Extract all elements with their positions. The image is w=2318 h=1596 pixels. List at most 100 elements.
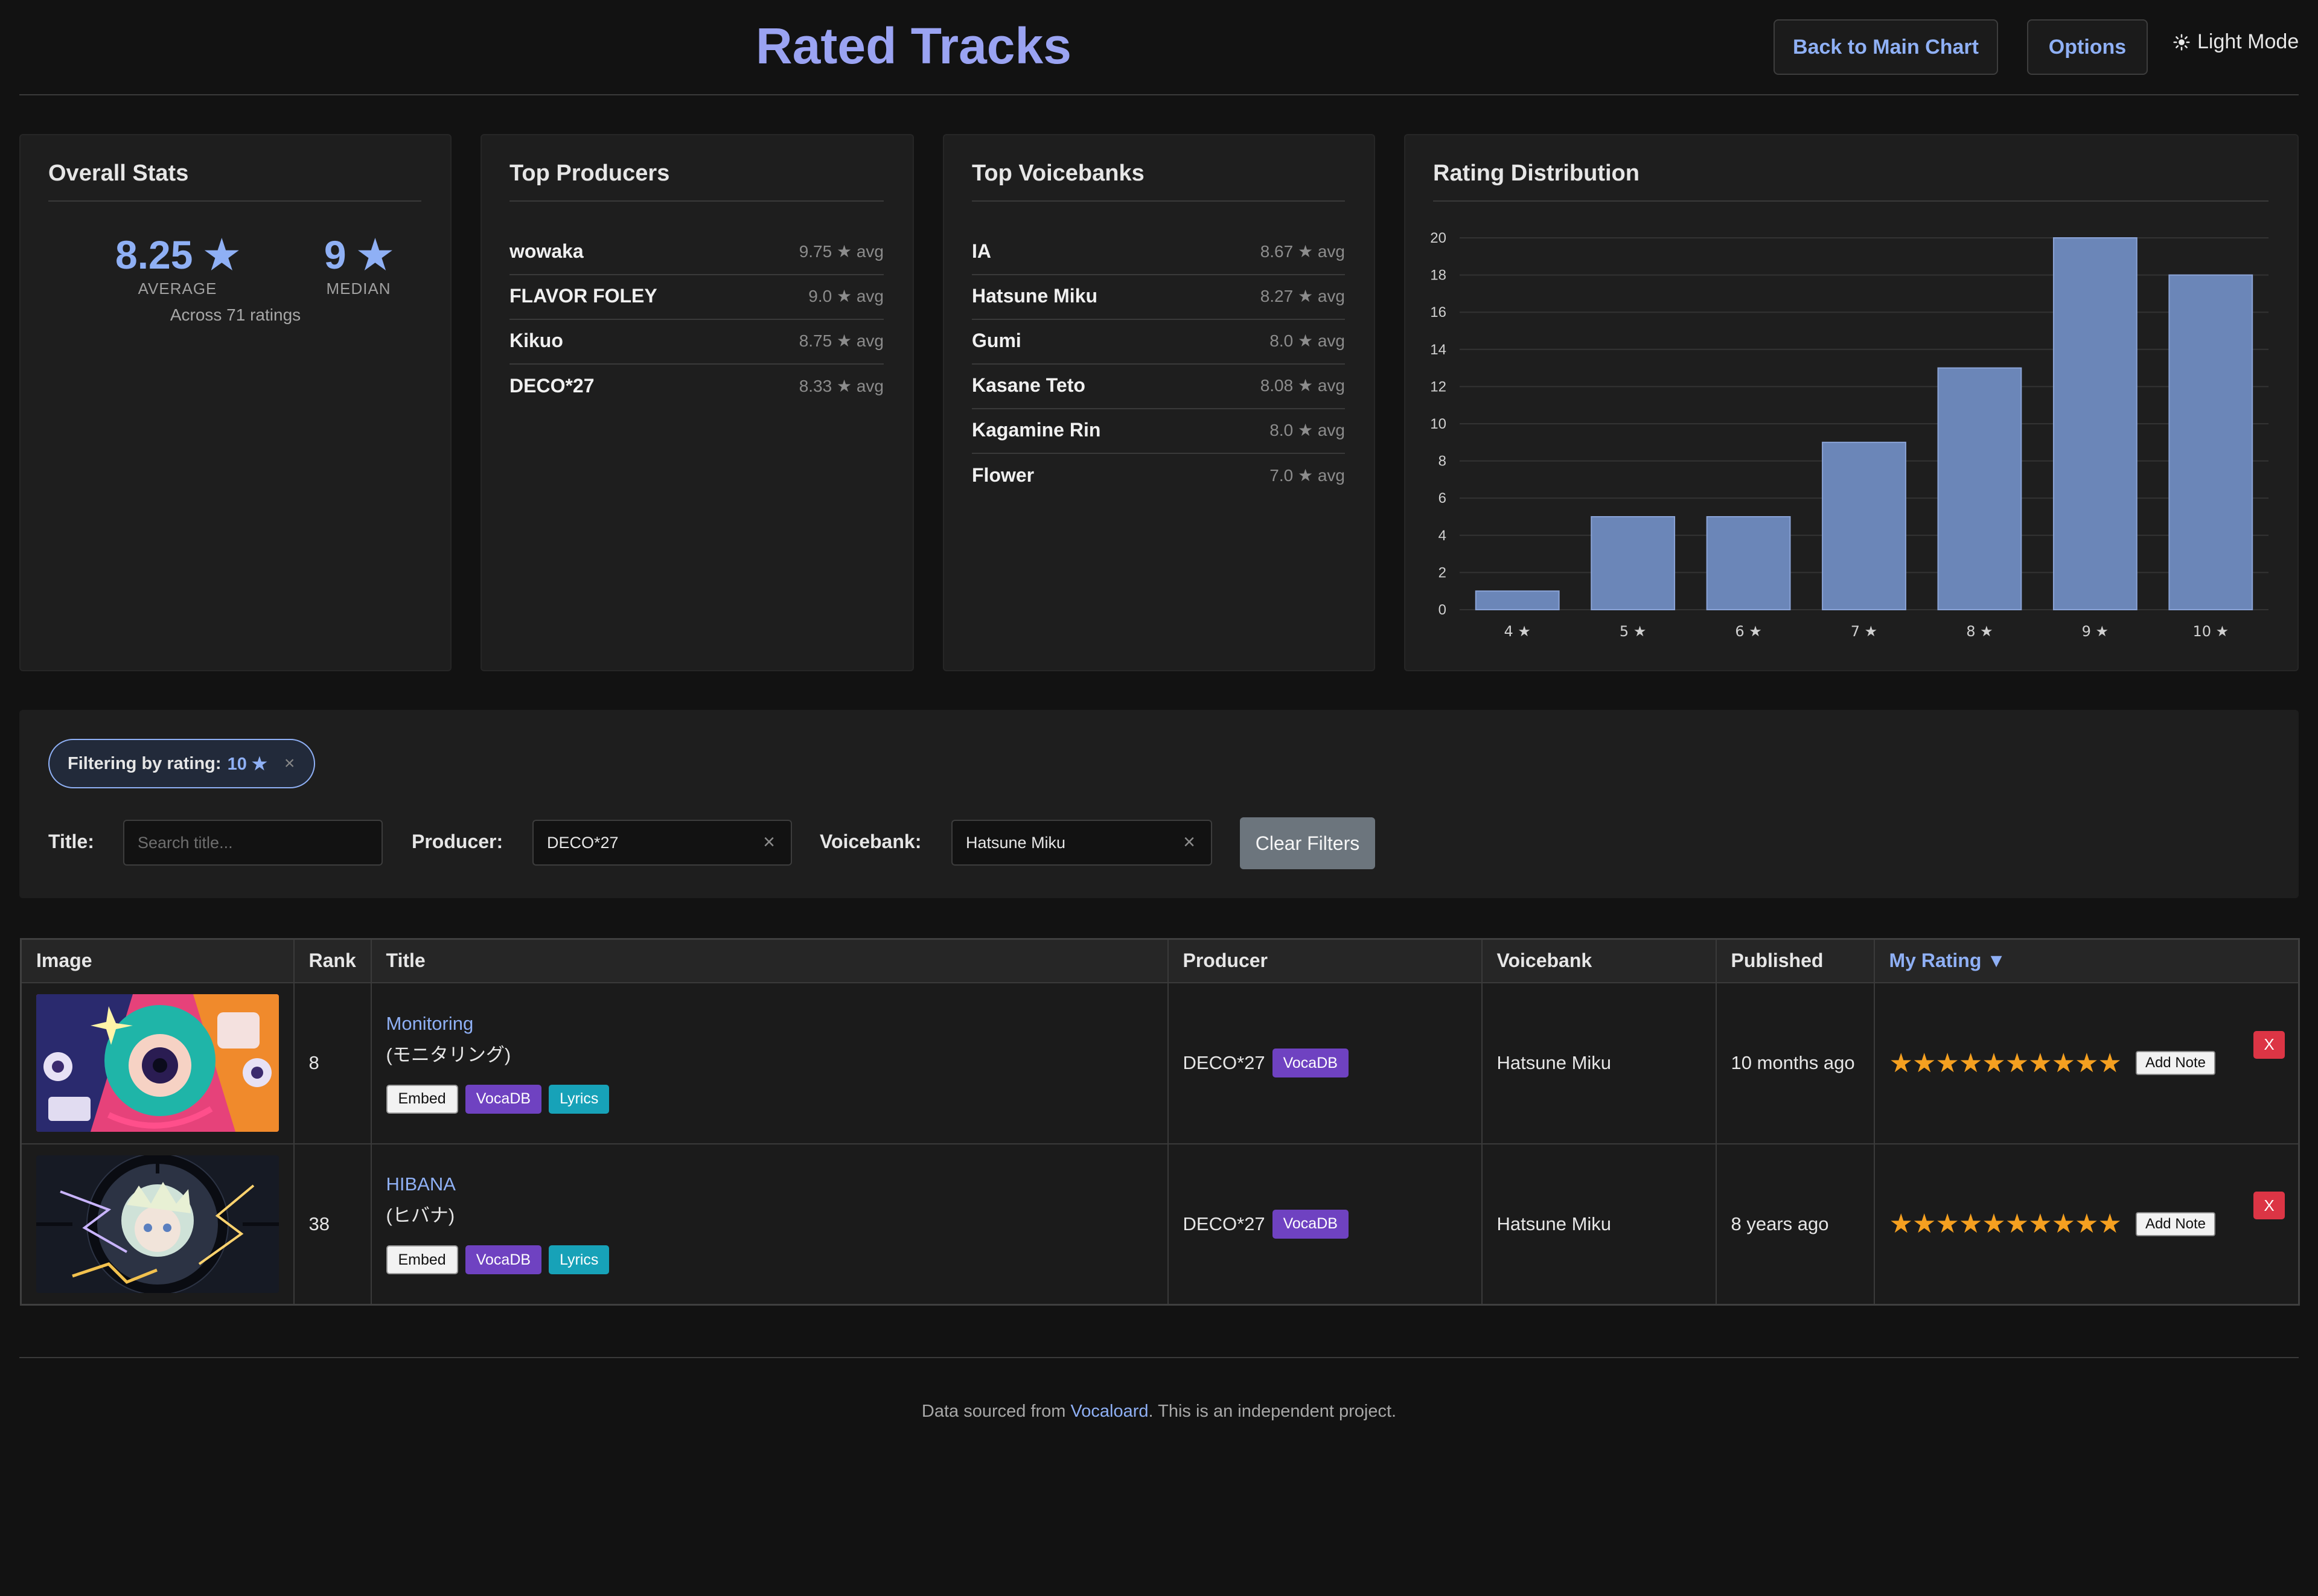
footer-divider (19, 1357, 2299, 1358)
x-tick-label: 9 ★ (2082, 623, 2109, 640)
voicebank-name: Hatsune Miku (972, 284, 1098, 307)
published-cell: 8 years ago (1715, 1143, 1875, 1306)
clear-producer-icon[interactable]: × (763, 831, 775, 854)
x-tick-label: 10 ★ (2192, 623, 2229, 640)
filter-panel: Filtering by rating: 10 ★ × Title: Searc… (19, 710, 2299, 898)
voicebank-list: IA 8.67 ★ avg Hatsune Miku 8.27 ★ avg Gumi… (972, 231, 1345, 499)
divider (1433, 200, 2269, 202)
producer-row: FLAVOR FOLEY 9.0 ★ avg (509, 275, 884, 320)
bar-2[interactable] (1706, 516, 1791, 610)
divider (48, 200, 421, 202)
voicebank-name: Kagamine Rin (972, 418, 1101, 441)
title-search-input[interactable]: Search title... (123, 820, 383, 866)
producer-cell: DECO*27 VocaDB (1167, 982, 1483, 1144)
producer-avg: 9.0 ★ avg (808, 286, 884, 305)
producer-vocadb-link[interactable]: VocaDB (1272, 1209, 1349, 1239)
top-voicebanks-title: Top Voicebanks (972, 161, 1145, 186)
producer-filter-input[interactable]: DECO*27 × (532, 820, 792, 866)
ratings-count-caption: Across 71 ratings (170, 305, 301, 324)
overall-stats-card: Overall Stats 8.25 ★ AVERAGE 9 ★ MEDIAN … (19, 134, 452, 671)
voicebank-row: Hatsune Miku 8.27 ★ avg (972, 275, 1345, 320)
vocadb-link[interactable]: VocaDB (465, 1084, 542, 1114)
voicebank-avg: 8.67 ★ avg (1260, 241, 1345, 261)
clear-filters-button[interactable]: Clear Filters (1240, 817, 1375, 869)
title-cell: HIBANA (ヒバナ) Embed VocaDB Lyrics (370, 1143, 1169, 1306)
rated-tracks-table: Image Rank Title Producer Voicebank Publ… (20, 938, 2300, 1306)
voicebank-name: Flower (972, 464, 1035, 486)
average-label: AVERAGE (138, 279, 217, 298)
footer-prefix: Data sourced from (921, 1402, 1071, 1421)
bar-3[interactable] (1822, 441, 1906, 610)
track-title-link[interactable]: HIBANA (386, 1173, 1153, 1195)
overall-stats-title: Overall Stats (48, 161, 189, 186)
voicebank-row: IA 8.67 ★ avg (972, 231, 1345, 275)
remove-filter-icon[interactable]: × (284, 753, 295, 774)
light-mode-toggle[interactable]: Light Mode (2173, 30, 2299, 54)
lyrics-link[interactable]: Lyrics (549, 1084, 610, 1114)
embed-button[interactable]: Embed (386, 1245, 458, 1275)
column-header-published[interactable]: Published (1715, 938, 1875, 983)
track-thumbnail[interactable] (36, 1155, 279, 1293)
add-note-button[interactable]: Add Note (2135, 1211, 2216, 1236)
top-voicebanks-card: Top Voicebanks IA 8.67 ★ avg Hatsune Miku… (943, 134, 1375, 671)
bar-6[interactable] (2168, 274, 2253, 611)
star-rating[interactable]: ★★★★★★★★★★ (1889, 1208, 2122, 1239)
bar-5[interactable] (2052, 237, 2138, 610)
column-header-my-rating[interactable]: My Rating ▼ (1873, 938, 2300, 983)
thumbnail-cell (20, 1143, 295, 1306)
voicebank-avg: 8.08 ★ avg (1260, 375, 1345, 395)
voicebank-name: Kasane Teto (972, 374, 1085, 396)
options-button[interactable]: Options (2027, 19, 2148, 75)
voicebank-row: Kasane Teto 8.08 ★ avg (972, 365, 1345, 409)
y-tick-label: 12 (1430, 378, 1446, 395)
rating-filter-pill[interactable]: Filtering by rating: 10 ★ × (48, 739, 315, 788)
bar-0[interactable] (1475, 590, 1560, 611)
y-tick-label: 18 (1430, 267, 1446, 284)
column-header-producer[interactable]: Producer (1167, 938, 1483, 983)
voicebank-filter-input[interactable]: Hatsune Miku × (951, 820, 1212, 866)
producer-name: wowaka (509, 240, 584, 262)
y-tick-label: 20 (1430, 230, 1446, 246)
track-title-link[interactable]: Monitoring (386, 1013, 1153, 1035)
column-header-rank[interactable]: Rank (293, 938, 372, 983)
vocadb-link[interactable]: VocaDB (465, 1245, 542, 1275)
footer: Data sourced from Vocaloard. This is an … (0, 1402, 2318, 1422)
producer-row: wowaka 9.75 ★ avg (509, 231, 884, 275)
star-rating[interactable]: ★★★★★★★★★★ (1889, 1048, 2122, 1079)
voicebank-avg: 7.0 ★ avg (1269, 465, 1345, 485)
x-tick-label: 8 ★ (1966, 623, 1993, 640)
track-title-original: (ヒバナ) (386, 1205, 455, 1227)
back-to-main-chart-button[interactable]: Back to Main Chart (1774, 19, 1998, 75)
rating-cell: ★★★★★★★★★★ Add Note X (1873, 1143, 2300, 1306)
producer-avg: 8.75 ★ avg (799, 331, 884, 350)
producer-filter-label: Producer: (412, 831, 503, 852)
track-thumbnail[interactable] (36, 994, 279, 1132)
filter-pill-label: Filtering by rating: (68, 753, 222, 773)
producer-name: DECO*27 (509, 374, 595, 397)
delete-rating-button[interactable]: X (2253, 1192, 2285, 1220)
add-note-button[interactable]: Add Note (2135, 1051, 2216, 1075)
table-row: 38 HIBANA (ヒバナ) Embed VocaDB Lyrics DECO… (20, 1143, 2300, 1306)
producer-row: Kikuo 8.75 ★ avg (509, 320, 884, 365)
median-stat: 9 ★ MEDIAN (292, 232, 425, 298)
embed-button[interactable]: Embed (386, 1084, 458, 1114)
producer-vocadb-link[interactable]: VocaDB (1272, 1049, 1349, 1077)
source-link[interactable]: Vocaloard (1071, 1402, 1149, 1421)
producer-list: wowaka 9.75 ★ avg FLAVOR FOLEY 9.0 ★ avg K… (509, 231, 884, 409)
track-links: Embed VocaDB Lyrics (386, 1245, 1153, 1275)
lyrics-link[interactable]: Lyrics (549, 1245, 610, 1275)
median-label: MEDIAN (326, 279, 391, 298)
voicebank-avg: 8.0 ★ avg (1269, 331, 1345, 350)
delete-rating-button[interactable]: X (2253, 1030, 2285, 1059)
clear-voicebank-icon[interactable]: × (1183, 831, 1195, 854)
y-tick-label: 0 (1438, 602, 1446, 618)
bar-1[interactable] (1591, 516, 1676, 610)
column-header-voicebank[interactable]: Voicebank (1481, 938, 1717, 983)
column-header-title[interactable]: Title (370, 938, 1169, 983)
bar-4[interactable] (1937, 367, 2022, 610)
voicebank-row: Gumi 8.0 ★ avg (972, 320, 1345, 365)
rating-cell: ★★★★★★★★★★ Add Note X (1873, 982, 2300, 1144)
voicebank-avg: 8.27 ★ avg (1260, 286, 1345, 305)
voicebank-avg: 8.0 ★ avg (1269, 420, 1345, 439)
y-tick-label: 2 (1438, 564, 1446, 581)
